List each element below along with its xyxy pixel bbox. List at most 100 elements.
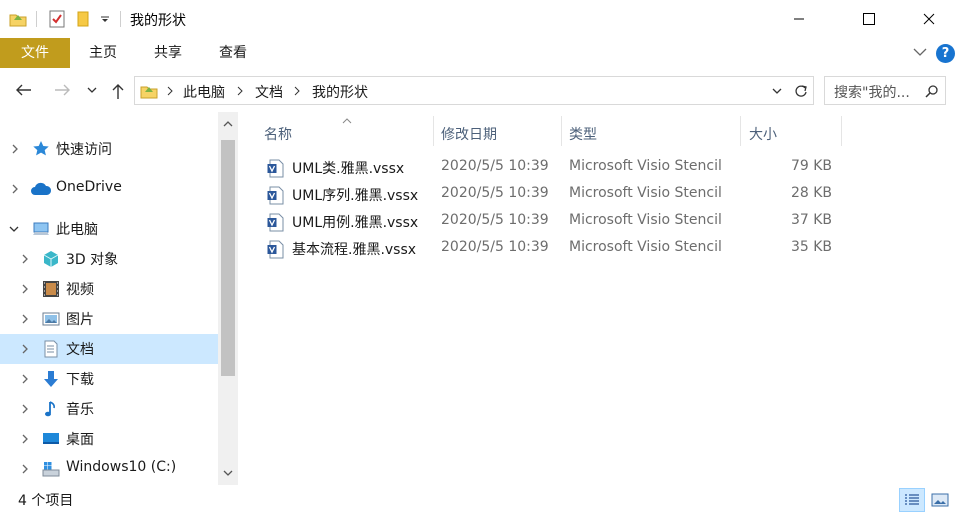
file-row[interactable]: 基本流程.雅黑.vssx 2020/5/5 10:39 Microsoft Vi…	[262, 236, 842, 262]
nav-item-this-pc[interactable]: 此电脑	[0, 214, 218, 244]
file-row[interactable]: UML序列.雅黑.vssx 2020/5/5 10:39 Microsoft V…	[262, 182, 842, 208]
expand-chevron-icon[interactable]	[20, 433, 30, 445]
close-icon	[923, 13, 935, 25]
folder-location-icon	[139, 81, 159, 105]
file-type: Microsoft Visio Stencil	[569, 239, 722, 255]
back-arrow-icon[interactable]	[14, 82, 32, 98]
videos-icon	[43, 281, 59, 297]
refresh-button[interactable]	[788, 76, 814, 105]
documents-icon	[44, 340, 58, 358]
file-size: 28 KB	[790, 185, 832, 201]
item-count: 4 个项目	[18, 493, 74, 509]
expand-chevron-icon[interactable]	[20, 373, 30, 385]
large-icons-view-button[interactable]	[927, 488, 953, 512]
expand-chevron-icon[interactable]	[20, 403, 30, 415]
folder-app-icon[interactable]	[8, 9, 28, 29]
nav-label: 音乐	[66, 402, 94, 418]
search-box[interactable]: 搜索"我的...	[824, 76, 946, 105]
file-date: 2020/5/5 10:39	[441, 212, 549, 228]
nav-item-pictures[interactable]: 图片	[0, 304, 218, 334]
expand-ribbon-chevron-icon[interactable]	[912, 46, 928, 62]
expand-chevron-icon[interactable]	[20, 343, 30, 355]
details-view-button[interactable]	[899, 488, 925, 512]
search-input[interactable]: 搜索"我的...	[834, 82, 910, 102]
minimize-button[interactable]	[776, 0, 822, 38]
minimize-icon	[794, 18, 804, 20]
visio-stencil-file-icon	[267, 240, 284, 259]
large-icons-view-icon	[931, 493, 949, 507]
file-type: Microsoft Visio Stencil	[569, 185, 722, 201]
column-header-label: 类型	[569, 127, 597, 143]
title-separator	[120, 11, 121, 27]
tab-home[interactable]: 主页	[78, 38, 128, 68]
nav-scrollbar[interactable]	[218, 112, 238, 485]
breadcrumb-separator-icon[interactable]	[165, 84, 175, 102]
tab-file[interactable]: 文件	[0, 38, 70, 68]
breadcrumb-separator-icon[interactable]	[235, 84, 245, 102]
expand-chevron-icon[interactable]	[10, 183, 20, 195]
expand-chevron-icon[interactable]	[10, 143, 20, 155]
nav-label: 文档	[66, 342, 94, 358]
collapse-chevron-icon[interactable]	[8, 223, 20, 235]
tab-view[interactable]: 查看	[208, 38, 258, 68]
address-bar[interactable]: 此电脑 文档 我的形状	[134, 76, 814, 105]
up-arrow-icon[interactable]	[110, 82, 126, 100]
breadcrumb-current[interactable]: 我的形状	[312, 82, 368, 102]
breadcrumb-documents[interactable]: 文档	[255, 82, 283, 102]
expand-chevron-icon[interactable]	[20, 313, 30, 325]
address-dropdown-chevron-icon[interactable]	[771, 85, 783, 101]
column-header-label: 名称	[264, 127, 292, 143]
file-date: 2020/5/5 10:39	[441, 239, 549, 255]
close-button[interactable]	[906, 0, 952, 38]
column-divider[interactable]	[841, 116, 842, 146]
visio-stencil-file-icon	[267, 186, 284, 205]
nav-label: 此电脑	[56, 222, 98, 238]
search-icon[interactable]	[925, 84, 939, 102]
nav-item-documents[interactable]: 文档	[0, 334, 218, 364]
status-bar: 4 个项目	[0, 485, 960, 515]
column-header-label: 大小	[749, 127, 777, 143]
column-header-size[interactable]: 大小	[741, 116, 841, 148]
file-size: 35 KB	[790, 239, 832, 255]
visio-stencil-file-icon	[267, 159, 284, 178]
title-bar: 我的形状	[0, 0, 960, 38]
column-header-date[interactable]: 修改日期	[434, 116, 561, 148]
nav-item-onedrive[interactable]: OneDrive	[0, 174, 218, 204]
nav-label: 3D 对象	[66, 252, 119, 268]
file-row[interactable]: UML类.雅黑.vssx 2020/5/5 10:39 Microsoft Vi…	[262, 155, 842, 181]
expand-chevron-icon[interactable]	[20, 463, 30, 475]
breadcrumb-this-pc[interactable]: 此电脑	[183, 82, 225, 102]
ribbon-tabs: 文件 主页 共享 查看 ?	[0, 38, 960, 68]
scroll-up-arrow-icon[interactable]	[223, 120, 233, 128]
help-icon[interactable]: ?	[936, 44, 955, 63]
file-size: 79 KB	[790, 158, 832, 174]
nav-item-desktop[interactable]: 桌面	[0, 424, 218, 454]
this-pc-icon	[33, 222, 49, 235]
maximize-button[interactable]	[846, 0, 892, 38]
nav-item-quick-access[interactable]: 快速访问	[0, 134, 218, 164]
sort-ascending-icon	[342, 118, 352, 124]
scrollbar-thumb[interactable]	[221, 140, 235, 376]
nav-item-3d-objects[interactable]: 3D 对象	[0, 244, 218, 274]
address-row: 此电脑 文档 我的形状 搜索"我的...	[0, 70, 960, 112]
column-header-type[interactable]: 类型	[562, 116, 740, 148]
breadcrumb-separator-icon[interactable]	[292, 84, 302, 102]
expand-chevron-icon[interactable]	[20, 253, 30, 265]
scroll-down-arrow-icon[interactable]	[223, 469, 233, 477]
title-separator	[36, 11, 37, 27]
nav-item-drive-c[interactable]: Windows10 (C:)	[0, 454, 218, 484]
music-icon	[45, 401, 55, 417]
nav-item-videos[interactable]: 视频	[0, 274, 218, 304]
tab-share[interactable]: 共享	[143, 38, 193, 68]
forward-arrow-icon[interactable]	[54, 82, 72, 98]
expand-chevron-icon[interactable]	[20, 283, 30, 295]
customize-toolbar-icon[interactable]	[98, 9, 112, 29]
column-header-name[interactable]: 名称	[246, 116, 436, 148]
new-folder-icon[interactable]	[74, 9, 92, 29]
recent-locations-chevron-icon[interactable]	[86, 86, 98, 96]
nav-item-downloads[interactable]: 下载	[0, 364, 218, 394]
file-row[interactable]: UML用例.雅黑.vssx 2020/5/5 10:39 Microsoft V…	[262, 209, 842, 235]
nav-item-music[interactable]: 音乐	[0, 394, 218, 424]
properties-icon[interactable]	[48, 9, 66, 29]
downloads-icon	[44, 371, 58, 387]
